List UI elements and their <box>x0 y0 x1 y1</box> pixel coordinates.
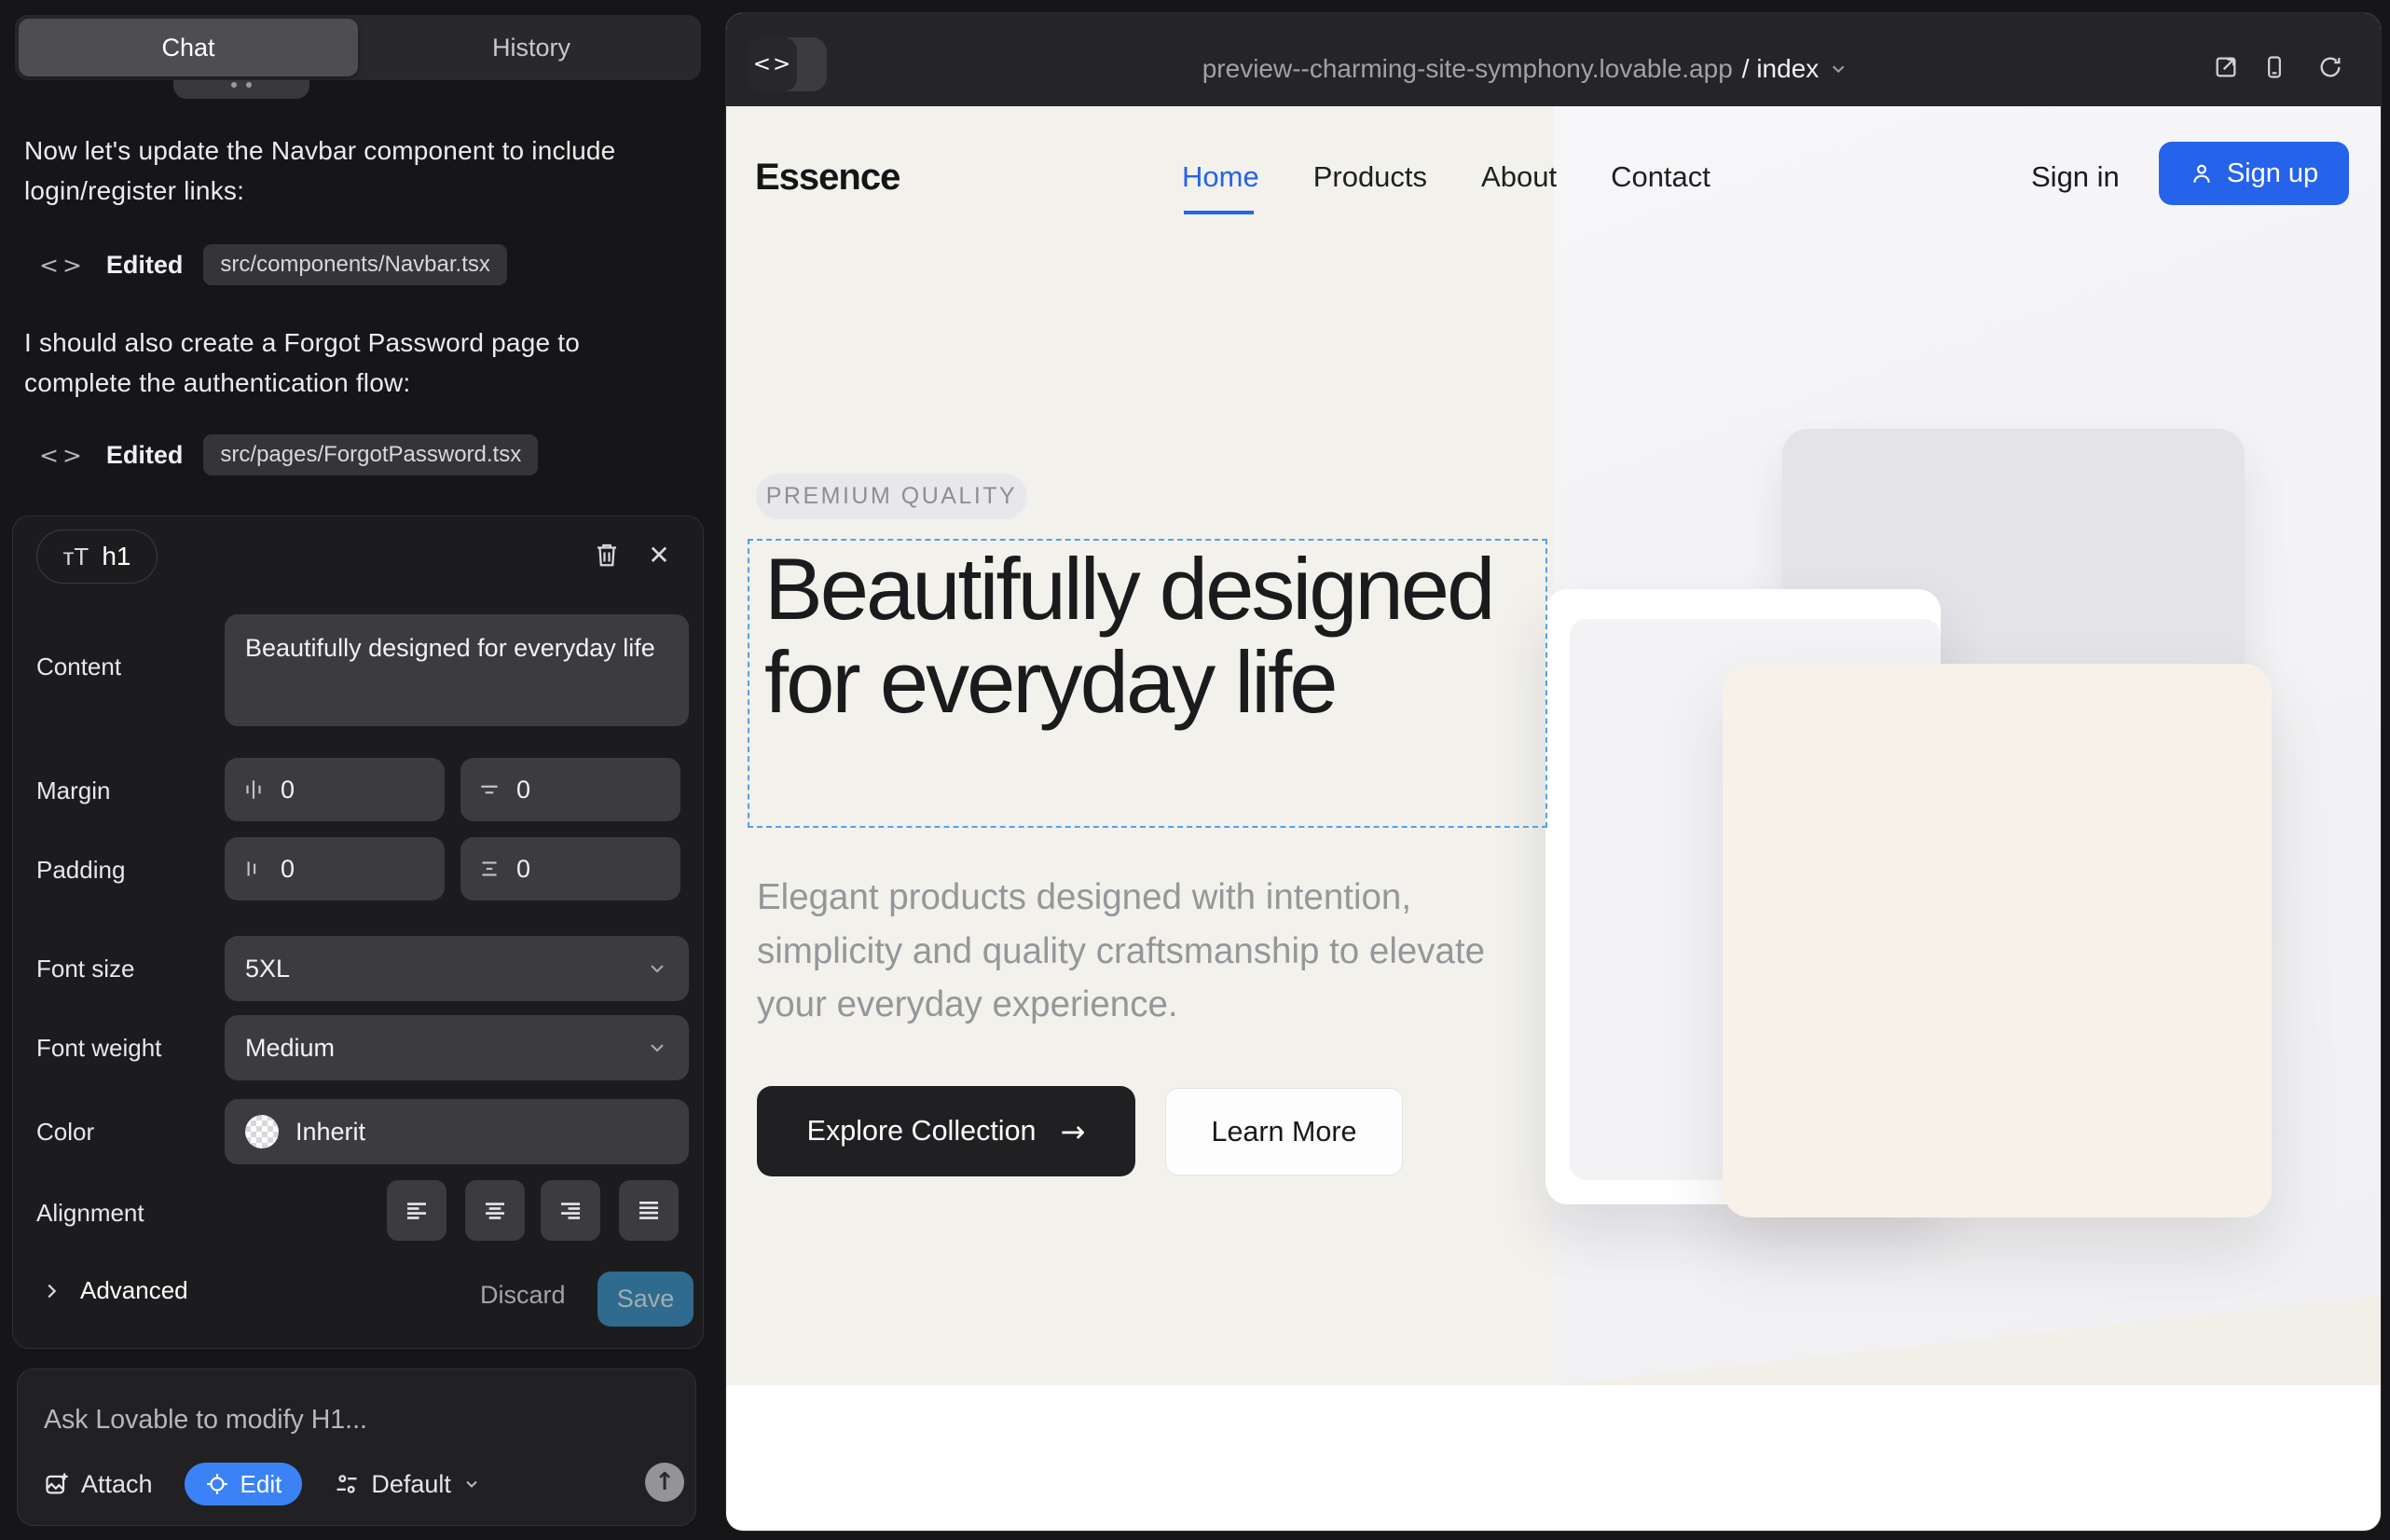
sign-up-button[interactable]: Sign up <box>2159 142 2349 205</box>
chat-history-tabbar: Chat History <box>15 15 701 80</box>
edited-label: Edited <box>106 441 184 470</box>
hero-description: Elegant products designed with intention… <box>757 871 1503 1032</box>
font-size-select[interactable]: 5XL <box>225 936 689 1001</box>
trash-icon <box>593 540 621 570</box>
element-editor-panel: тT h1 ✕ Content Beautifully designed for… <box>12 516 704 1349</box>
mode-select[interactable]: Default <box>334 1470 481 1499</box>
site-nav-links: Home Products About Contact <box>1182 140 1710 214</box>
align-right-icon <box>556 1197 584 1225</box>
align-left-icon <box>403 1197 431 1225</box>
margin-y-input[interactable]: 0 <box>460 758 680 821</box>
font-weight-label: Font weight <box>36 1034 161 1063</box>
nav-link-products[interactable]: Products <box>1313 160 1427 194</box>
chevron-down-icon <box>462 1475 481 1493</box>
preview-panel: <> preview--charming-site-symphony.lovab… <box>726 13 2381 1531</box>
assistant-message: I should also create a Forgot Password p… <box>24 323 635 403</box>
chat-sidebar: Chat History Now let's update the Navbar… <box>0 0 726 1540</box>
chevron-right-icon <box>41 1281 62 1301</box>
nav-link-about[interactable]: About <box>1481 160 1557 194</box>
margin-x-input[interactable]: 0 <box>225 758 445 821</box>
padding-y-icon <box>477 857 501 881</box>
close-icon: ✕ <box>648 540 669 571</box>
nav-link-home[interactable]: Home <box>1182 160 1259 194</box>
arrow-right-icon: → <box>1061 1114 1086 1149</box>
padding-x-input[interactable]: 0 <box>225 837 445 901</box>
tab-chat[interactable]: Chat <box>19 19 358 76</box>
element-tag: h1 <box>102 542 130 571</box>
code-icon: <> <box>39 252 86 279</box>
padding-x-icon <box>241 857 266 881</box>
padding-y-input[interactable]: 0 <box>460 837 680 901</box>
explore-collection-button[interactable]: Explore Collection → <box>757 1086 1135 1176</box>
target-icon <box>205 1472 229 1496</box>
chevron-down-icon <box>646 1037 668 1059</box>
scrolled-chip-partial <box>173 80 309 99</box>
file-chip[interactable]: src/pages/ForgotPassword.tsx <box>203 434 538 475</box>
attach-button[interactable]: Attach <box>44 1470 153 1499</box>
margin-y-icon <box>477 777 501 802</box>
content-input[interactable]: Beautifully designed for everyday life <box>225 614 689 726</box>
external-link-icon <box>2213 54 2239 80</box>
premium-quality-badge: PREMIUM QUALITY <box>756 474 1027 519</box>
attach-image-icon <box>44 1471 70 1497</box>
align-left-button[interactable] <box>387 1180 446 1241</box>
nav-link-contact[interactable]: Contact <box>1611 160 1710 194</box>
website-hero: Essence Home Products About Contact Sign… <box>726 106 2381 1385</box>
save-button[interactable]: Save <box>598 1272 694 1327</box>
tab-history[interactable]: History <box>362 15 701 80</box>
preview-url[interactable]: preview--charming-site-symphony.lovable.… <box>1202 54 1849 84</box>
font-weight-select[interactable]: Medium <box>225 1015 689 1080</box>
align-center-button[interactable] <box>465 1180 525 1241</box>
alignment-label: Alignment <box>36 1199 144 1228</box>
content-label: Content <box>36 653 121 681</box>
sign-in-link[interactable]: Sign in <box>2031 140 2120 214</box>
align-justify-button[interactable] <box>619 1180 679 1241</box>
decorative-card-cream <box>1723 664 2272 1217</box>
margin-label: Margin <box>36 777 110 805</box>
align-justify-icon <box>635 1197 663 1225</box>
composer-placeholder[interactable]: Ask Lovable to modify H1... <box>44 1405 367 1436</box>
color-swatch <box>245 1115 279 1148</box>
file-chip[interactable]: src/components/Navbar.tsx <box>203 244 506 285</box>
code-preview-toggle[interactable]: <> <box>749 37 827 91</box>
align-right-button[interactable] <box>541 1180 600 1241</box>
edit-mode-button[interactable]: Edit <box>185 1463 303 1506</box>
margin-x-icon <box>241 777 266 802</box>
code-icon: <> <box>39 442 86 469</box>
color-label: Color <box>36 1118 94 1147</box>
chevron-down-icon <box>646 957 668 980</box>
color-select[interactable]: Inherit <box>225 1099 689 1164</box>
user-icon <box>2190 161 2214 186</box>
send-button[interactable]: ↑ <box>645 1463 684 1502</box>
type-icon: тT <box>63 543 89 571</box>
file-edit-row: <> Edited src/components/Navbar.tsx <box>39 244 507 285</box>
close-panel-button[interactable]: ✕ <box>641 537 677 572</box>
discard-button[interactable]: Discard <box>480 1281 566 1310</box>
edited-label: Edited <box>106 251 184 280</box>
mobile-view-button[interactable] <box>2261 54 2287 85</box>
site-logo[interactable]: Essence <box>755 140 900 214</box>
element-tag-pill: тT h1 <box>36 529 158 584</box>
advanced-toggle[interactable]: Advanced <box>41 1276 188 1305</box>
mobile-device-icon <box>2261 54 2287 80</box>
assistant-message: Now let's update the Navbar component to… <box>24 131 635 211</box>
learn-more-button[interactable]: Learn More <box>1165 1088 1403 1176</box>
preview-browser-bar: <> preview--charming-site-symphony.lovab… <box>726 13 2381 106</box>
padding-label: Padding <box>36 856 125 885</box>
delete-element-button[interactable] <box>589 537 625 572</box>
open-external-button[interactable] <box>2213 54 2239 85</box>
align-center-icon <box>481 1197 509 1225</box>
code-icon: <> <box>749 37 797 91</box>
font-size-label: Font size <box>36 955 135 983</box>
selection-outline <box>748 539 1547 828</box>
refresh-icon <box>2317 54 2343 80</box>
sliders-icon <box>334 1471 360 1497</box>
refresh-button[interactable] <box>2317 54 2343 85</box>
chevron-down-icon <box>1828 59 1848 79</box>
file-edit-row: <> Edited src/pages/ForgotPassword.tsx <box>39 434 538 475</box>
site-navbar: Essence Home Products About Contact Sign… <box>726 140 2381 214</box>
chat-composer[interactable]: Ask Lovable to modify H1... Attach Edit … <box>17 1368 696 1526</box>
